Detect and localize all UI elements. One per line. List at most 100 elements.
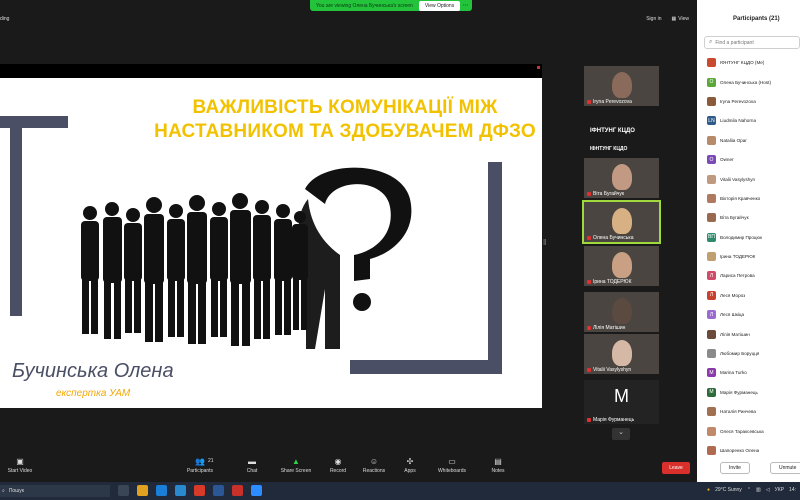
weather-icon: ●	[707, 487, 711, 493]
chat-button[interactable]: ▬ Chat	[232, 458, 272, 475]
language-indicator[interactable]: УКР	[775, 487, 784, 493]
record-label: Record	[329, 468, 347, 474]
video-tile[interactable]: M Марія Фурманець	[584, 380, 659, 424]
participant-name: Лілія Матішин	[720, 331, 750, 337]
participant-row[interactable]: Л Леся Шкіца	[707, 305, 800, 324]
participant-row[interactable]: Олеся Тараксевська	[707, 421, 800, 440]
participant-name: Любомир Боруцця	[720, 351, 760, 357]
whiteboards-label: Whiteboards	[437, 468, 467, 474]
video-tile[interactable]: Віта Бугайчук	[584, 158, 659, 198]
volume-icon[interactable]: ◁	[766, 487, 770, 493]
powerpoint-icon[interactable]	[232, 485, 243, 496]
sign-in-button[interactable]: Sign in	[646, 16, 661, 22]
participant-row[interactable]: Л Лариса Петрова	[707, 266, 800, 285]
notes-label: Notes	[491, 468, 505, 474]
participant-name: ІФНТУНГ КЦДО (Me)	[720, 60, 765, 66]
participant-row[interactable]: Ірина ТОДЕРЮК	[707, 247, 800, 266]
avatar: M	[707, 387, 716, 397]
mic-muted-icon	[587, 192, 591, 196]
participant-row[interactable]: M Marina Turko	[707, 363, 800, 382]
participant-row[interactable]: Любомир Боруцця	[707, 344, 800, 363]
share-screen-button[interactable]: ▲ Share Screen	[276, 458, 316, 475]
file-explorer-icon[interactable]	[137, 485, 148, 496]
slide-title-line: ВАЖЛИВІСТЬ КОМУНІКАЦІЇ МІЖ	[192, 97, 498, 118]
participant-name: Vitalii Vasylyshyn	[720, 176, 756, 182]
reactions-button[interactable]: ☺ Reactions	[354, 458, 394, 475]
video-tile[interactable]: Ірина ТОДЕРЮК	[584, 246, 659, 286]
participant-row[interactable]: О Олена Бучинська (Host)	[707, 72, 800, 91]
store-icon[interactable]	[175, 485, 186, 496]
apps-button[interactable]: ✣ Apps	[390, 458, 430, 475]
participant-row[interactable]: Vitalii Vasylyshyn	[707, 169, 800, 188]
video-tile[interactable]: Лілія Матішин	[584, 292, 659, 332]
mic-muted-icon	[587, 280, 591, 284]
avatar	[707, 252, 716, 262]
participant-name: Віта Бугайчук	[720, 215, 749, 221]
participant-row[interactable]: Лілія Матішин	[707, 324, 800, 343]
participant-row[interactable]: Наталія Ринчева	[707, 402, 800, 421]
participants-button[interactable]: 👥 Participants	[180, 458, 220, 475]
slide-title: ВАЖЛИВІСТЬ КОМУНІКАЦІЇ МІЖ НАСТАВНИКОМ Т…	[150, 96, 540, 144]
participant-row[interactable]: Nataliia Opar	[707, 131, 800, 150]
search-input[interactable]	[715, 39, 796, 46]
invite-button[interactable]: Invite	[720, 462, 750, 474]
participant-name: Marina Turko	[720, 370, 747, 376]
view-options-button[interactable]: View Options	[418, 0, 461, 11]
author-role: експертка УАМ	[56, 388, 131, 399]
chevron-up-icon[interactable]: ⌃	[747, 487, 751, 493]
avatar	[707, 96, 716, 106]
avatar: Л	[707, 290, 716, 300]
view-button[interactable]: ▦ View	[672, 16, 689, 22]
participant-video	[612, 208, 632, 234]
participant-name: Iryna Perevozova	[720, 98, 756, 104]
record-button[interactable]: ◉ Record	[318, 458, 358, 475]
more-icon[interactable]: ⋯	[462, 2, 472, 9]
weather-text: 29°C Sunny	[715, 487, 742, 493]
whiteboards-button[interactable]: ▭ Whiteboards	[432, 458, 472, 475]
task-view-icon[interactable]	[118, 485, 129, 496]
taskbar-search-label: Пошук	[8, 488, 24, 494]
word-icon[interactable]	[213, 485, 224, 496]
start-video-button[interactable]: ▣ Start Video	[0, 458, 40, 475]
zoom-icon[interactable]	[251, 485, 262, 496]
leave-button[interactable]: Leave	[662, 462, 690, 474]
participant-name: Шапоренко Олена	[720, 448, 760, 453]
tile-label: Vitalii Vasylyshyn	[587, 367, 631, 373]
participant-name: Володимир Процюк	[720, 234, 763, 240]
participant-name: Марія Фурманець	[720, 389, 758, 395]
video-tile[interactable]: Олена Бучинська	[582, 200, 661, 244]
taskbar-search[interactable]: ⌕ Пошук	[0, 485, 110, 497]
video-tile[interactable]: ІФНТУНГ КЦДО	[584, 124, 659, 142]
network-icon[interactable]: ▥	[756, 487, 761, 493]
participant-row[interactable]: Вікторія Кравченко	[707, 189, 800, 208]
avatar	[707, 193, 716, 203]
participant-row[interactable]: M Марія Фурманець	[707, 383, 800, 402]
tile-label-text: Віта Бугайчук	[593, 191, 625, 197]
clock[interactable]: 14:	[789, 487, 796, 493]
search-icon: ⌕	[709, 39, 713, 45]
participant-row[interactable]: Л Леся Мороз	[707, 286, 800, 305]
participant-row[interactable]: ВП Володимир Процюк	[707, 228, 800, 247]
participant-row[interactable]: Віта Бугайчук	[707, 208, 800, 227]
notes-button[interactable]: ▤ Notes	[478, 458, 518, 475]
participant-row[interactable]: ІФНТУНГ КЦДО (Me)	[707, 53, 800, 72]
participant-row[interactable]: O Owner	[707, 150, 800, 169]
chrome-icon[interactable]	[194, 485, 205, 496]
video-tile[interactable]: Vitalii Vasylyshyn	[584, 334, 659, 374]
unmute-all-button[interactable]: Unmute	[769, 462, 800, 474]
participant-name: Олеся Тараксевська	[720, 428, 764, 434]
participant-row[interactable]: LN Liudmila Nahorna	[707, 111, 800, 130]
participant-name: Леся Мороз	[720, 292, 746, 298]
participant-row[interactable]: Шапоренко Олена	[707, 441, 800, 460]
video-tile[interactable]: ІФНТУНГ КЦДО	[584, 144, 659, 156]
video-tile[interactable]: Iryna Perevozova	[584, 66, 659, 106]
panel-splitter-icon[interactable]: ‖	[543, 238, 547, 252]
grid-icon: ▦	[671, 16, 677, 22]
zoom-window: ding You are viewing Олена Бучинська's s…	[0, 0, 800, 500]
participant-name: Ірина ТОДЕРЮК	[720, 254, 756, 260]
edge-icon[interactable]	[156, 485, 167, 496]
participant-row[interactable]: Iryna Perevozova	[707, 92, 800, 111]
participant-search[interactable]: ⌕	[704, 36, 800, 49]
tile-label-text: Vitalii Vasylyshyn	[593, 367, 632, 373]
chevron-down-icon[interactable]: ⌄	[612, 428, 630, 440]
